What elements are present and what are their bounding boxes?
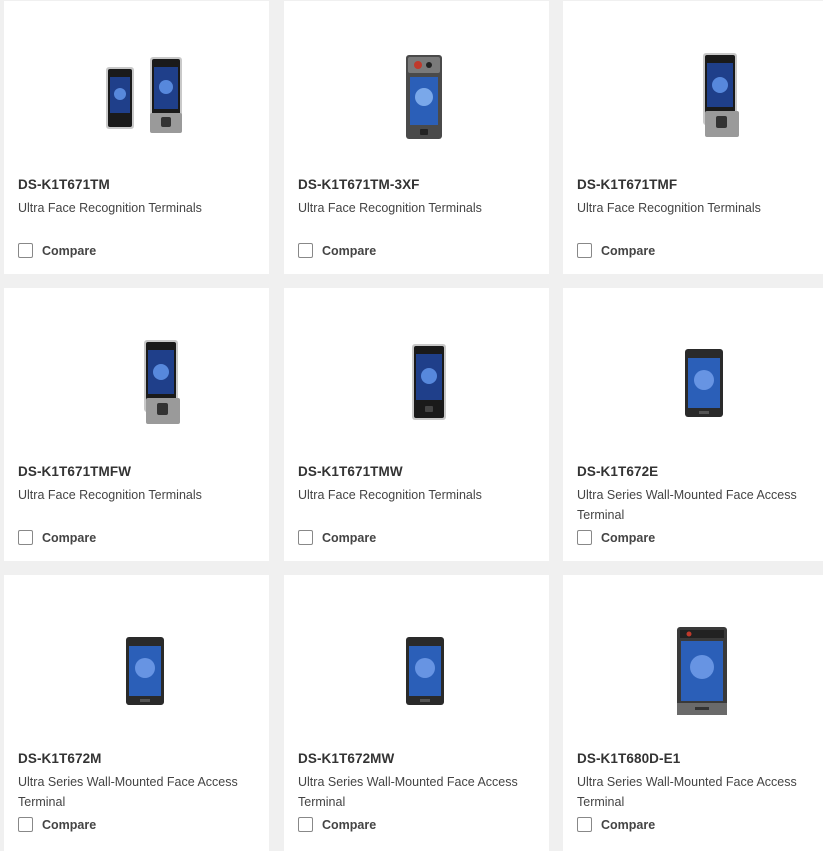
- product-image[interactable]: [4, 288, 269, 448]
- product-card[interactable]: DS-K1T672M Ultra Series Wall-Mounted Fac…: [4, 575, 269, 851]
- compare-checkbox[interactable]: Compare: [298, 530, 376, 545]
- compare-checkbox[interactable]: Compare: [18, 530, 96, 545]
- product-card[interactable]: DS-K1T671TM Ultra Face Recognition Termi…: [4, 1, 269, 274]
- product-image[interactable]: [284, 1, 549, 161]
- compare-checkbox[interactable]: Compare: [18, 817, 96, 832]
- product-model[interactable]: DS-K1T671TM-3XF: [298, 177, 420, 192]
- product-description: Ultra Series Wall-Mounted Face Access Te…: [577, 775, 797, 809]
- product-card[interactable]: DS-K1T671TMF Ultra Face Recognition Term…: [563, 1, 823, 274]
- product-card[interactable]: DS-K1T671TM-3XF Ultra Face Recognition T…: [284, 1, 549, 274]
- checkbox-icon[interactable]: [18, 817, 33, 832]
- checkbox-icon[interactable]: [577, 530, 592, 545]
- compare-label[interactable]: Compare: [601, 531, 655, 545]
- product-card[interactable]: DS-K1T672E Ultra Series Wall-Mounted Fac…: [563, 288, 823, 561]
- checkbox-icon[interactable]: [298, 817, 313, 832]
- product-image[interactable]: [284, 288, 549, 448]
- compare-checkbox[interactable]: Compare: [298, 243, 376, 258]
- compare-checkbox[interactable]: Compare: [18, 243, 96, 258]
- product-description: Ultra Face Recognition Terminals: [577, 201, 761, 215]
- product-image[interactable]: [4, 1, 269, 161]
- compare-label[interactable]: Compare: [601, 818, 655, 832]
- compare-label[interactable]: Compare: [42, 818, 96, 832]
- compare-checkbox[interactable]: Compare: [577, 817, 655, 832]
- checkbox-icon[interactable]: [577, 817, 592, 832]
- checkbox-icon[interactable]: [298, 243, 313, 258]
- compare-checkbox[interactable]: Compare: [577, 243, 655, 258]
- product-model[interactable]: DS-K1T672E: [577, 464, 658, 479]
- product-model[interactable]: DS-K1T672MW: [298, 751, 394, 766]
- product-description: Ultra Series Wall-Mounted Face Access Te…: [298, 775, 518, 809]
- product-description: Ultra Series Wall-Mounted Face Access Te…: [18, 775, 238, 809]
- compare-label[interactable]: Compare: [42, 244, 96, 258]
- product-image[interactable]: [284, 575, 549, 735]
- product-model[interactable]: DS-K1T680D-E1: [577, 751, 680, 766]
- product-description: Ultra Face Recognition Terminals: [298, 201, 482, 215]
- checkbox-icon[interactable]: [18, 243, 33, 258]
- product-card[interactable]: DS-K1T672MW Ultra Series Wall-Mounted Fa…: [284, 575, 549, 851]
- product-model[interactable]: DS-K1T672M: [18, 751, 102, 766]
- product-model[interactable]: DS-K1T671TMF: [577, 177, 677, 192]
- compare-checkbox[interactable]: Compare: [298, 817, 376, 832]
- product-image[interactable]: [563, 575, 823, 735]
- product-image[interactable]: [4, 575, 269, 735]
- product-model[interactable]: DS-K1T671TM: [18, 177, 110, 192]
- checkbox-icon[interactable]: [577, 243, 592, 258]
- product-card[interactable]: DS-K1T671TMFW Ultra Face Recognition Ter…: [4, 288, 269, 561]
- compare-label[interactable]: Compare: [601, 244, 655, 258]
- product-model[interactable]: DS-K1T671TMFW: [18, 464, 131, 479]
- compare-label[interactable]: Compare: [322, 244, 376, 258]
- product-description: Ultra Face Recognition Terminals: [18, 201, 202, 215]
- checkbox-icon[interactable]: [18, 530, 33, 545]
- compare-label[interactable]: Compare: [322, 818, 376, 832]
- compare-checkbox[interactable]: Compare: [577, 530, 655, 545]
- product-image[interactable]: [563, 288, 823, 448]
- product-description: Ultra Face Recognition Terminals: [298, 488, 482, 502]
- product-image[interactable]: [563, 1, 823, 161]
- product-card[interactable]: DS-K1T671TMW Ultra Face Recognition Term…: [284, 288, 549, 561]
- product-description: Ultra Face Recognition Terminals: [18, 488, 202, 502]
- compare-label[interactable]: Compare: [322, 531, 376, 545]
- product-grid: DS-K1T671TM Ultra Face Recognition Termi…: [0, 0, 823, 851]
- product-card[interactable]: DS-K1T680D-E1 Ultra Series Wall-Mounted …: [563, 575, 823, 851]
- product-description: Ultra Series Wall-Mounted Face Access Te…: [577, 488, 797, 522]
- compare-label[interactable]: Compare: [42, 531, 96, 545]
- product-model[interactable]: DS-K1T671TMW: [298, 464, 403, 479]
- checkbox-icon[interactable]: [298, 530, 313, 545]
